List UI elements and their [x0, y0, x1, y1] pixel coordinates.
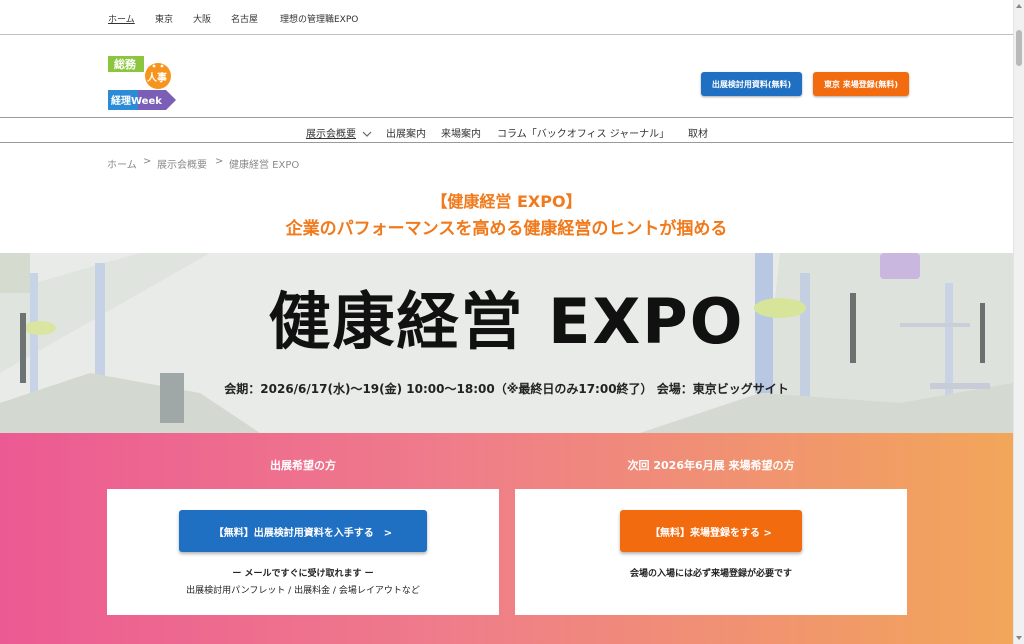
topnav-nagoya-link[interactable]: 名古屋: [231, 12, 258, 25]
hero-title: 健康経営 EXPO: [268, 285, 745, 358]
mainnav-exhibit[interactable]: 出展案内: [386, 125, 426, 140]
breadcrumb-overview[interactable]: 展示会概要: [157, 156, 207, 171]
mainnav-column[interactable]: コラム「バックオフィス ジャーナル」: [497, 125, 669, 140]
visitor-note: 会場の入場には必ず来場登録が必要です: [629, 569, 792, 579]
topnav-tokyo-link[interactable]: 東京: [155, 12, 173, 25]
header-docs-button[interactable]: 出展検討用資料(無料): [701, 72, 802, 96]
scrollbar-thumb[interactable]: [1016, 30, 1022, 66]
topnav-home-link[interactable]: ホーム: [108, 12, 135, 25]
site-logo[interactable]: 総務 人事 経理Week: [108, 56, 180, 110]
visitor-register-button[interactable]: 【無料】来場登録をする >: [620, 510, 802, 552]
topnav-osaka-link[interactable]: 大阪: [193, 12, 211, 25]
page: ホーム 東京 大阪 名古屋 理想の管理職EXPO 総務 人事 経理Week 出展…: [0, 0, 1024, 644]
breadcrumb-separator: >: [215, 156, 224, 167]
site-header: 総務 人事 経理Week 出展検討用資料(無料) 東京 来場登録(無料): [0, 36, 1013, 118]
logo-text-jinji: 人事: [147, 71, 167, 84]
mainnav-press[interactable]: 取材: [688, 125, 708, 140]
chevron-down-icon: [362, 131, 372, 137]
topnav-manager-expo-link[interactable]: 理想の管理職EXPO: [280, 12, 358, 25]
mainnav-visit[interactable]: 来場案内: [441, 125, 481, 140]
mainnav-overview-label: 展示会概要: [306, 129, 356, 140]
exhibitor-heading: 出展希望の方: [270, 459, 336, 472]
logo-text-soumu: 総務: [114, 57, 137, 71]
exhibitor-note-email: ー メールですぐに受け取れます ー: [232, 569, 374, 579]
main-nav: 展示会概要 出展案内 来場案内 コラム「バックオフィス ジャーナル」 取材: [0, 119, 1013, 143]
hero-banner: 健康経営 EXPO 会期：2026/6/17(水)～19(金) 10:00～18…: [0, 253, 1013, 433]
logo-graphic: 総務 人事 経理Week: [108, 56, 176, 110]
exhibitor-docs-button[interactable]: 【無料】出展検討用資料を入手する >: [179, 510, 427, 552]
scroll-up-arrow-icon[interactable]: [1016, 4, 1022, 8]
breadcrumb-home[interactable]: ホーム: [107, 156, 137, 171]
scroll-down-arrow-icon[interactable]: [1016, 636, 1022, 640]
visitor-heading: 次回 2026年6月展 来場希望の方: [627, 459, 795, 472]
exhibitor-card: 【無料】出展検討用資料を入手する > ー メールですぐに受け取れます ー 出展検…: [107, 489, 499, 615]
page-title: 【健康経営 EXPO】: [431, 192, 582, 211]
exhibitor-note-contents: 出展検討用パンフレット / 出展料金 / 会場レイアウトなど: [186, 586, 420, 596]
top-nav: ホーム 東京 大阪 名古屋 理想の管理職EXPO: [0, 0, 1013, 35]
hero-dates: 会期：2026/6/17(水)～19(金) 10:00～18:00（※最終日のみ…: [224, 382, 789, 396]
breadcrumb-separator: >: [143, 156, 152, 167]
visitor-card: 【無料】来場登録をする > 会場の入場には必ず来場登録が必要です: [515, 489, 907, 615]
vertical-scrollbar[interactable]: [1013, 0, 1024, 644]
page-subtitle: 企業のパフォーマンスを高める健康経営のヒントが掴める: [285, 219, 728, 239]
header-register-button[interactable]: 東京 来場登録(無料): [813, 72, 909, 96]
cta-section: 出展希望の方 次回 2026年6月展 来場希望の方 【無料】出展検討用資料を入手…: [0, 433, 1013, 644]
mainnav-overview[interactable]: 展示会概要: [306, 125, 372, 140]
logo-text-keiri: 経理Week: [111, 94, 162, 107]
breadcrumb-current: 健康経営 EXPO: [229, 160, 300, 171]
